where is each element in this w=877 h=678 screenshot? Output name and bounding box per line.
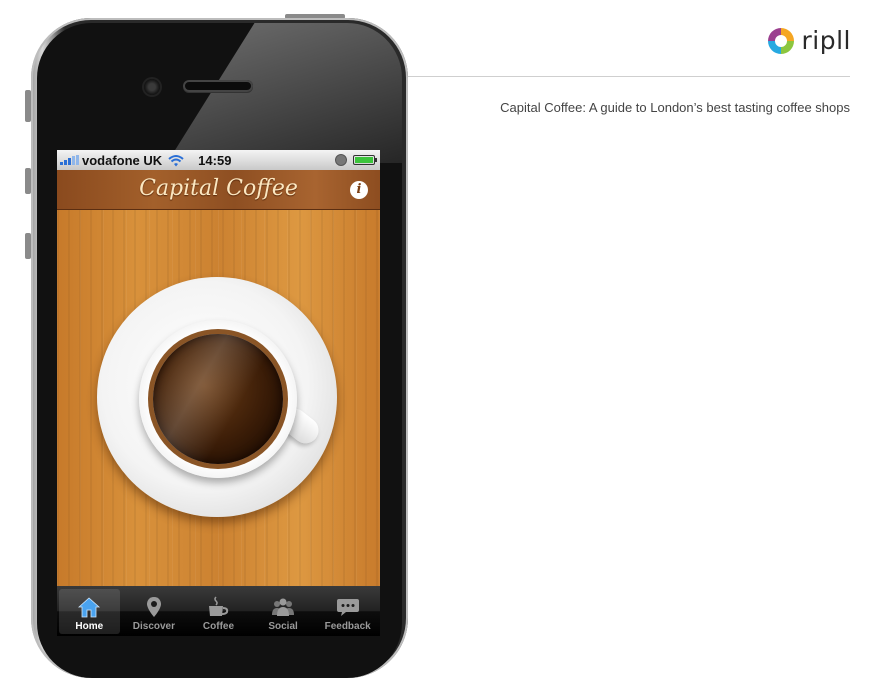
home-icon	[78, 597, 101, 618]
tab-home-label: Home	[75, 621, 104, 632]
status-bar: vodafone UK 14:59	[57, 150, 380, 170]
brand-name: ripll	[801, 26, 851, 55]
carrier-name: vodafone UK	[82, 152, 163, 168]
orientation-lock-icon	[335, 154, 347, 166]
speech-bubble-icon	[336, 599, 359, 616]
wifi-icon	[168, 154, 184, 166]
tab-coffee[interactable]: Coffee	[186, 586, 251, 636]
coffee-cup-icon	[209, 596, 229, 616]
tab-home[interactable]: Home	[57, 586, 122, 636]
header-divider	[408, 76, 850, 77]
tab-social[interactable]: Social	[251, 586, 316, 636]
caption: Capital Coffee: A guide to London’s best…	[500, 100, 850, 115]
front-camera	[144, 79, 160, 95]
phone-screen: vodafone UK 14:59 Capital Coffee i Home …	[57, 150, 380, 636]
wood-background	[57, 210, 380, 586]
tab-discover[interactable]: Discover	[122, 586, 187, 636]
ripll-logo-icon	[767, 28, 794, 54]
phone-glare	[167, 23, 402, 163]
tab-feedback[interactable]: Feedback	[315, 586, 380, 636]
app-title: Capital Coffee	[139, 176, 298, 201]
tab-discover-label: Discover	[132, 621, 176, 632]
battery-icon	[353, 155, 377, 165]
tab-coffee-label: Coffee	[202, 621, 235, 632]
info-button[interactable]: i	[350, 181, 368, 199]
status-time: 14:59	[198, 152, 232, 168]
people-icon	[272, 598, 295, 616]
signal-strength-icon	[60, 155, 79, 165]
earpiece-speaker	[183, 80, 253, 92]
coffee-surface-image	[153, 334, 283, 464]
location-pin-icon	[146, 597, 161, 617]
nav-bar: Capital Coffee i	[57, 170, 380, 210]
tab-feedback-label: Feedback	[324, 621, 371, 632]
brand: ripll	[766, 26, 852, 56]
tab-bar: Home Discover Coffee Social Feedback	[57, 586, 380, 636]
tab-social-label: Social	[268, 621, 298, 632]
